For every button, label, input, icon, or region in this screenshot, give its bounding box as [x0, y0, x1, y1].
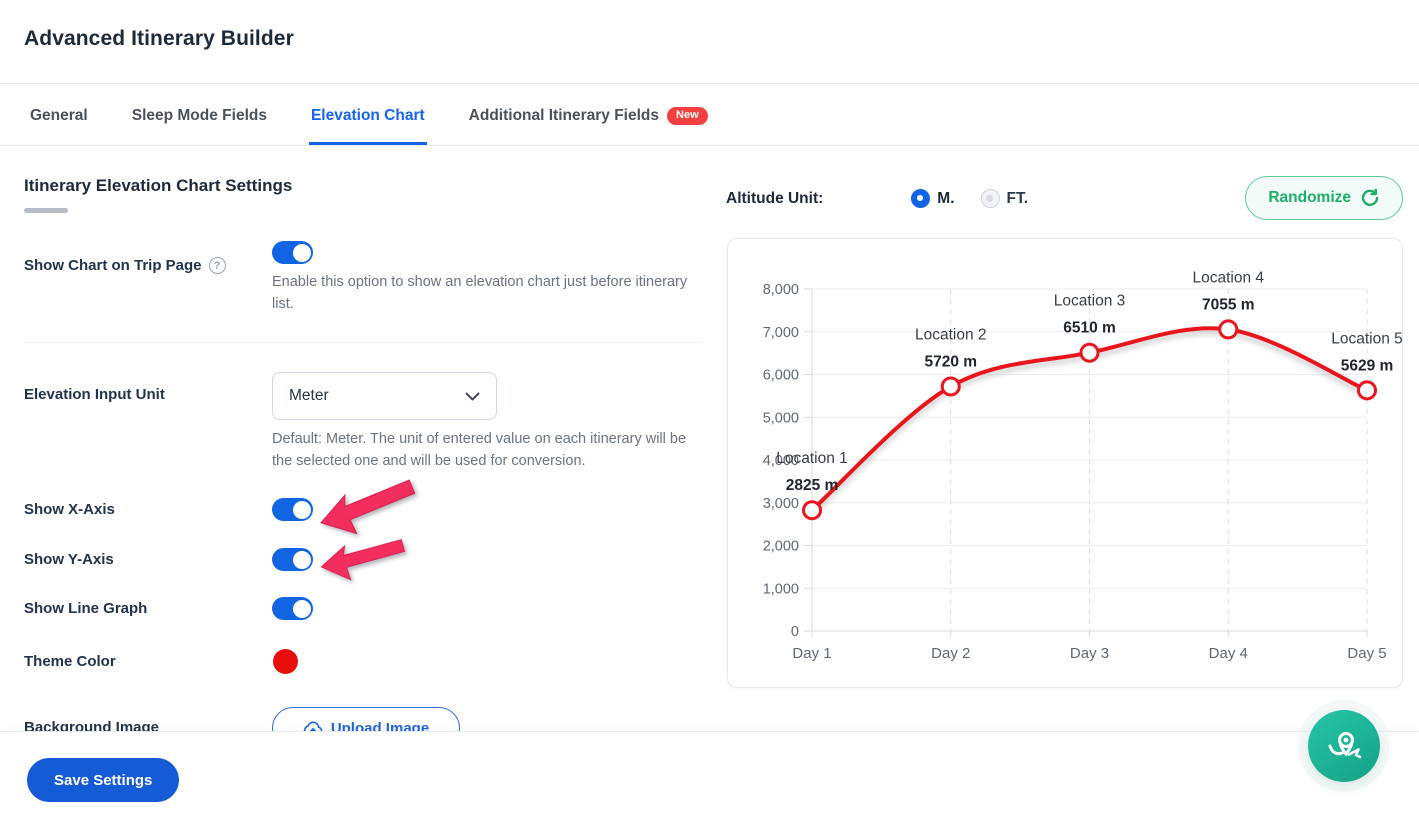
- toggle-knob: [292, 500, 311, 519]
- theme-color-swatch[interactable]: [273, 649, 298, 674]
- point-location-label: Location 1: [776, 450, 848, 467]
- elevation-unit-select[interactable]: Meter: [272, 372, 497, 420]
- refresh-icon: [1361, 188, 1379, 207]
- radio-option-meters[interactable]: M.: [911, 189, 955, 208]
- point-value-label: 5720 m: [924, 353, 977, 370]
- x-tick-label: Day 1: [792, 645, 831, 662]
- divider: [24, 342, 702, 343]
- point-value-label: 2825 m: [786, 477, 839, 494]
- data-point: [1357, 380, 1377, 401]
- point-value-label: 7055 m: [1202, 296, 1255, 313]
- input-unit-label-row: Elevation Input Unit: [24, 386, 165, 403]
- toggle-knob: [292, 599, 311, 618]
- radio-label: M.: [937, 189, 955, 207]
- cloud-upload-icon: [303, 721, 323, 731]
- chart-preview-panel: Altitude Unit: M. FT. Randomize 0 1,000 2,…: [726, 146, 1404, 731]
- new-badge: New: [667, 107, 708, 125]
- tab-label: General: [30, 107, 88, 124]
- elevation-chart-card: 0 1,000 2,000 3,000 4,000 5,000 6,000 7,000 8,00…: [727, 238, 1403, 688]
- show-chart-description: Enable this option to show an elevation …: [272, 274, 688, 312]
- point-value-label: 5629 m: [1341, 357, 1394, 374]
- elevation-line-chart: 01,0002,0003,0004,0005,0006,0007,0008,00…: [763, 269, 1403, 662]
- tab-elevation-chart[interactable]: Elevation Chart: [308, 107, 427, 145]
- elevation-chart-settings-panel: Itinerary Elevation Chart Settings Show …: [24, 146, 702, 731]
- toggle-knob: [292, 243, 311, 262]
- page-header: Advanced Itinerary Builder: [0, 0, 1419, 84]
- point-location-label: Location 2: [915, 326, 987, 343]
- data-point: [1079, 342, 1100, 363]
- show-y-axis-toggle[interactable]: [272, 548, 313, 571]
- question-circle-icon[interactable]: ?: [208, 257, 226, 274]
- data-point: [1218, 319, 1239, 340]
- x-tick-label: Day 2: [931, 645, 970, 662]
- radio-option-feet[interactable]: FT.: [980, 189, 1029, 208]
- show-line-graph-label-row: Show Line Graph: [24, 600, 147, 617]
- tab-general[interactable]: General: [28, 107, 90, 145]
- radio-label: FT.: [1006, 189, 1029, 207]
- show-x-axis-toggle[interactable]: [272, 498, 313, 521]
- tab-bar: General Sleep Mode Fields Elevation Char…: [0, 84, 1419, 146]
- radio-unselected-icon: [980, 189, 1000, 208]
- randomize-button[interactable]: Randomize: [1245, 176, 1403, 220]
- y-tick-label: 0: [791, 624, 799, 640]
- chevron-down-icon: [465, 392, 480, 400]
- tab-label: Elevation Chart: [310, 107, 425, 124]
- point-value-label: 6510 m: [1063, 320, 1116, 337]
- annotation-arrow-y-axis: [320, 539, 406, 581]
- altitude-unit-label: Altitude Unit:: [726, 189, 824, 207]
- show-chart-toggle[interactable]: [272, 241, 313, 264]
- show-line-graph-label: Show Line Graph: [24, 600, 148, 617]
- tab-additional-itinerary-fields[interactable]: Additional Itinerary Fields New: [467, 107, 710, 145]
- background-image-label: Background Image: [24, 719, 160, 731]
- advanced-itinerary-builder-page: Advanced Itinerary Builder General Sleep…: [0, 0, 1419, 817]
- y-tick-label: 8,000: [763, 282, 799, 298]
- data-point: [940, 376, 961, 397]
- show-line-graph-toggle[interactable]: [272, 597, 313, 620]
- upload-image-label: Upload Image: [330, 719, 430, 732]
- tab-sleep-mode-fields[interactable]: Sleep Mode Fields: [130, 107, 269, 145]
- map-pin-plane-icon: [1328, 732, 1362, 759]
- annotation-arrow-x-axis: [320, 479, 416, 535]
- section-title-underline: [24, 208, 68, 213]
- x-tick-label: Day 3: [1070, 645, 1109, 662]
- show-chart-label-row: Show Chart on Trip Page ?: [24, 257, 226, 274]
- save-settings-button[interactable]: Save Settings: [27, 758, 180, 802]
- radio-selected-icon: [911, 189, 931, 208]
- section-title: Itinerary Elevation Chart Settings: [24, 176, 293, 195]
- show-x-axis-label-row: Show X-Axis: [24, 501, 115, 518]
- y-tick-label: 1,000: [763, 581, 799, 597]
- theme-color-label: Theme Color: [24, 653, 116, 670]
- y-tick-label: 3,000: [763, 496, 799, 512]
- travel-brand-floating-button[interactable]: [1308, 710, 1380, 782]
- upload-image-button[interactable]: Upload Image: [272, 707, 460, 731]
- selected-unit-value: Meter: [289, 387, 329, 404]
- data-point: [802, 500, 822, 521]
- x-tick-label: Day 4: [1209, 645, 1248, 662]
- y-tick-label: 5,000: [763, 410, 799, 426]
- randomize-label: Randomize: [1268, 189, 1351, 206]
- toggle-knob: [292, 550, 311, 569]
- point-location-label: Location 4: [1192, 269, 1264, 286]
- page-title: Advanced Itinerary Builder: [24, 27, 294, 50]
- show-y-axis-label-row: Show Y-Axis: [24, 551, 114, 568]
- input-unit-description: Default: Meter. The unit of entered valu…: [272, 431, 687, 469]
- point-location-label: Location 5: [1331, 330, 1403, 347]
- y-tick-label: 6,000: [763, 368, 799, 384]
- input-unit-label: Elevation Input Unit: [24, 386, 165, 403]
- show-y-axis-label: Show Y-Axis: [24, 551, 114, 568]
- y-tick-label: 2,000: [763, 539, 799, 555]
- theme-color-label-row: Theme Color: [24, 653, 116, 670]
- background-image-label-row: Background Image: [24, 719, 159, 731]
- show-x-axis-label: Show X-Axis: [24, 501, 115, 518]
- footer-bar: Save Settings: [0, 731, 1419, 817]
- x-tick-label: Day 5: [1347, 645, 1386, 662]
- tab-label: Additional Itinerary Fields: [468, 107, 660, 124]
- tab-label: Sleep Mode Fields: [131, 107, 267, 124]
- point-location-label: Location 3: [1054, 293, 1126, 310]
- y-tick-label: 7,000: [763, 325, 799, 341]
- show-chart-label: Show Chart on Trip Page: [24, 257, 202, 274]
